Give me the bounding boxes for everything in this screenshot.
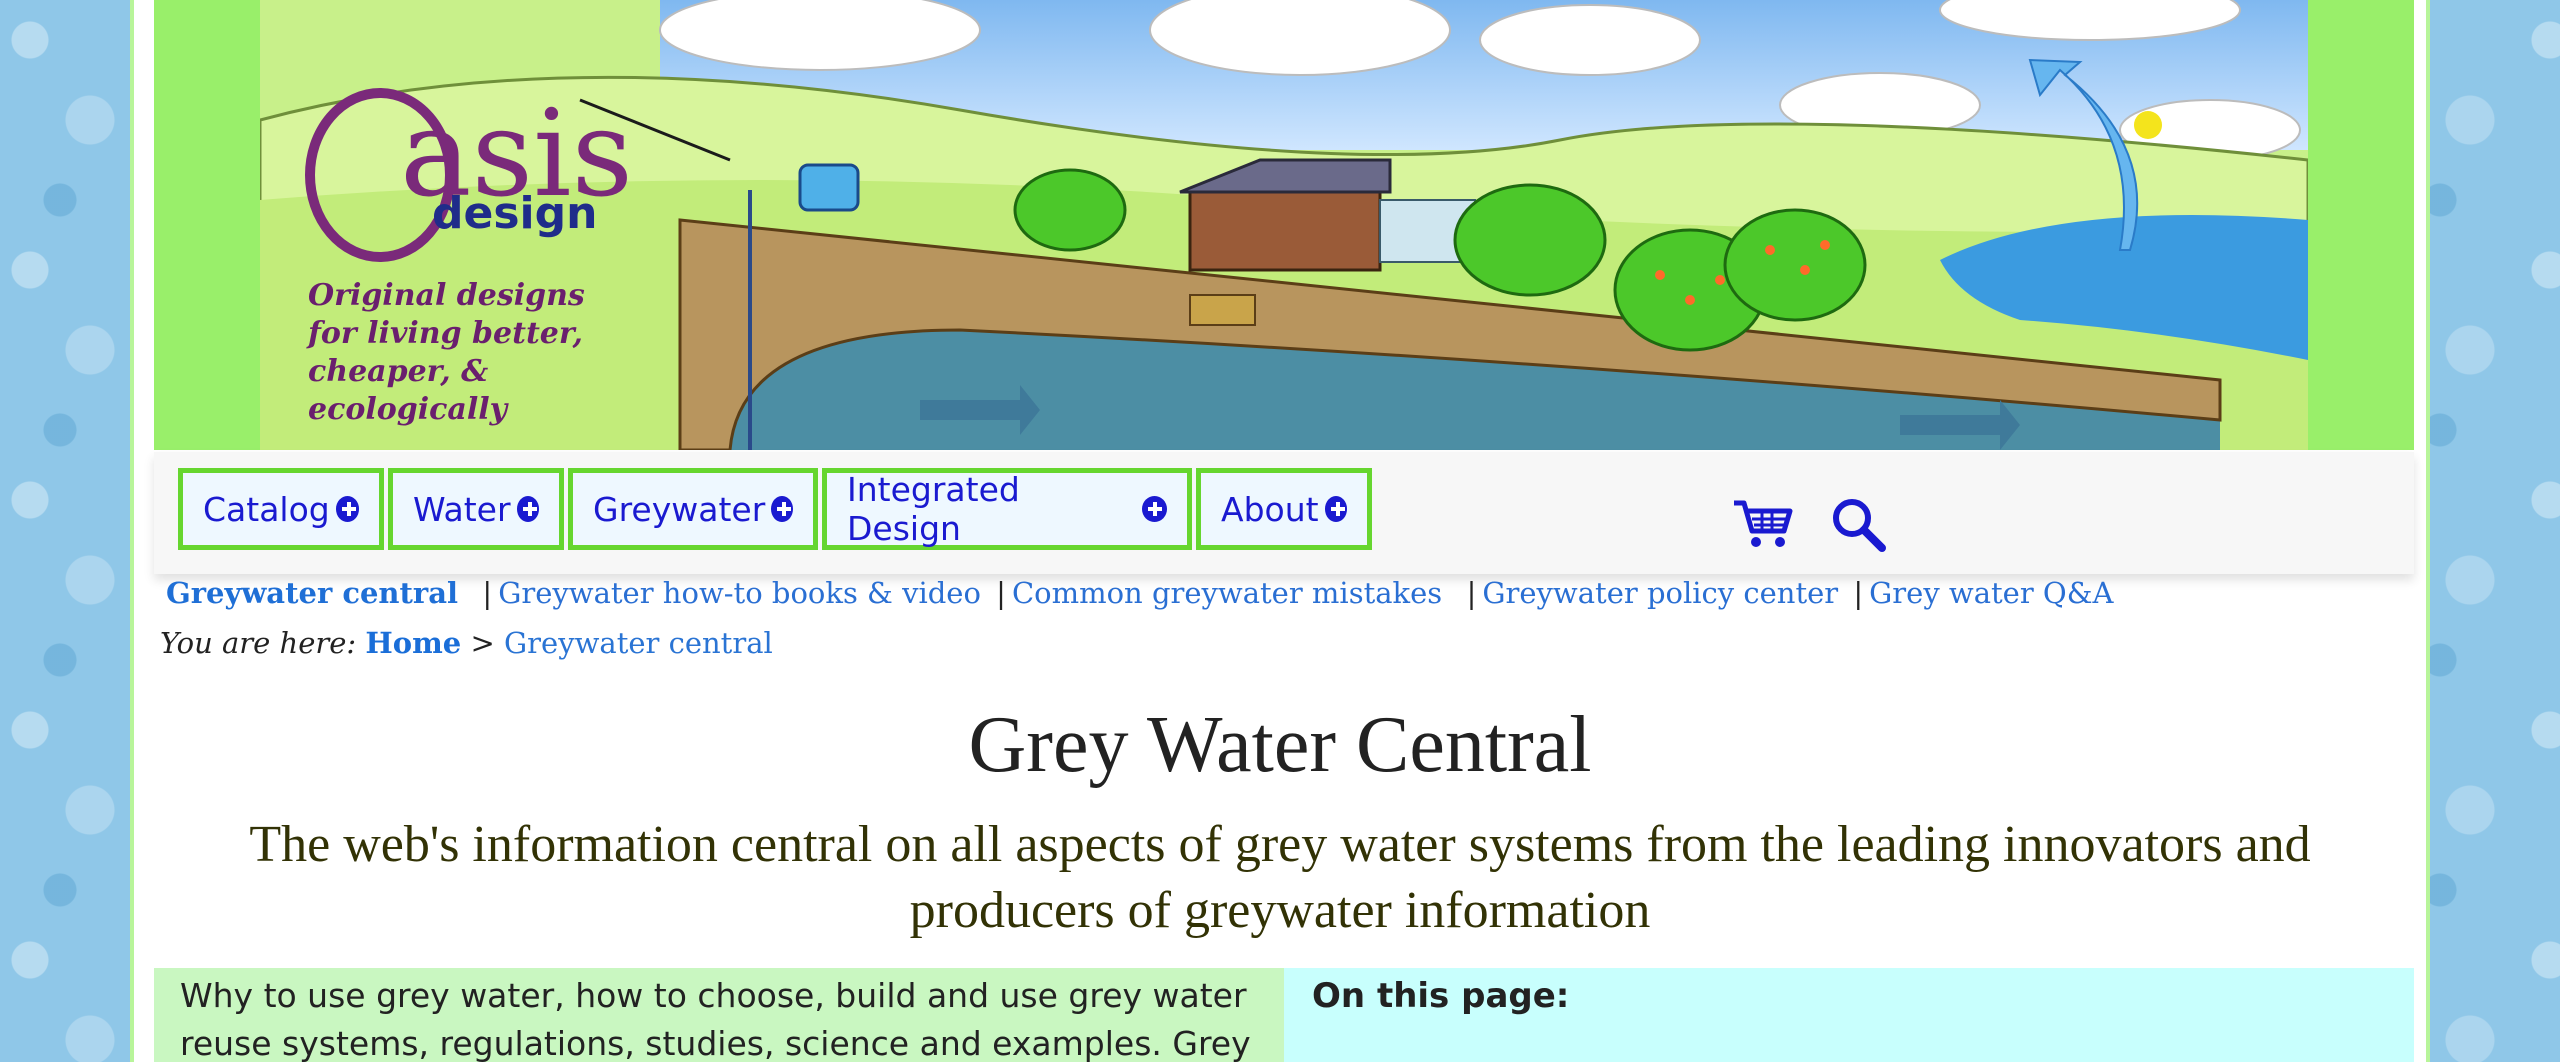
plus-circle-icon [1141,496,1167,522]
subnav-divider: | [473,576,493,610]
subnav-policy-center[interactable]: Greywater policy center [1482,576,1838,610]
svg-text:cheaper, &: cheaper, & [308,354,488,389]
plus-circle-icon [516,496,539,522]
greywater-subnav: Greywater central | Greywater how-to book… [166,576,2113,616]
svg-text:design: design [432,188,597,239]
header-banner: asis design Original designs for living … [154,0,2414,450]
subnav-qa[interactable]: Grey water Q&A [1869,576,2113,610]
svg-text:ecologically: ecologically [308,392,510,427]
breadcrumb-current[interactable]: Greywater central [504,626,773,660]
nav-greywater-label: Greywater [593,489,766,529]
on-this-page-heading: On this page: [1284,968,2414,1062]
nav-about-label: About [1221,489,1319,529]
search-icon[interactable] [1830,496,1886,552]
nav-water[interactable]: Water [388,468,564,550]
svg-text:for living better,: for living better, [306,316,583,351]
nav-greywater[interactable]: Greywater [568,468,818,550]
subnav-greywater-central[interactable]: Greywater central [166,576,458,610]
plus-circle-icon [335,496,359,522]
subnav-divider: | [996,576,1006,610]
nav-catalog[interactable]: Catalog [178,468,384,550]
nav-catalog-label: Catalog [203,489,330,529]
subnav-divider: | [1853,576,1864,610]
banner-illustration[interactable]: asis design Original designs for living … [260,0,2308,450]
nav-integrated-design[interactable]: Integrated Design [822,468,1192,550]
nav-about[interactable]: About [1196,468,1372,550]
page-subtitle: The web's information central on all asp… [249,816,2311,939]
cart-icon[interactable] [1732,497,1794,551]
intro-text: Why to use grey water, how to choose, bu… [154,968,1284,1062]
page-container: asis design Original designs for living … [130,0,2430,1062]
page-title: Grey Water Central [968,701,1592,789]
breadcrumb-lead: You are here: [160,626,357,660]
nav-water-label: Water [413,489,511,529]
nav-integrated-design-label: Integrated Design [847,470,1020,548]
subnav-how-to-books[interactable]: Greywater how-to books & video [498,576,981,610]
breadcrumb: You are here: Home > Greywater central [160,626,773,660]
plus-circle-icon [771,496,793,522]
plus-circle-icon [1324,496,1347,522]
svg-text:Original designs: Original designs [308,278,585,313]
subnav-common-mistakes[interactable]: Common greywater mistakes [1012,576,1442,610]
breadcrumb-home[interactable]: Home [365,626,461,660]
subnav-divider: | [1457,576,1477,610]
breadcrumb-separator: > [470,626,495,660]
main-navigation: Catalog Water Greywater Integrated Desig… [154,452,2414,574]
